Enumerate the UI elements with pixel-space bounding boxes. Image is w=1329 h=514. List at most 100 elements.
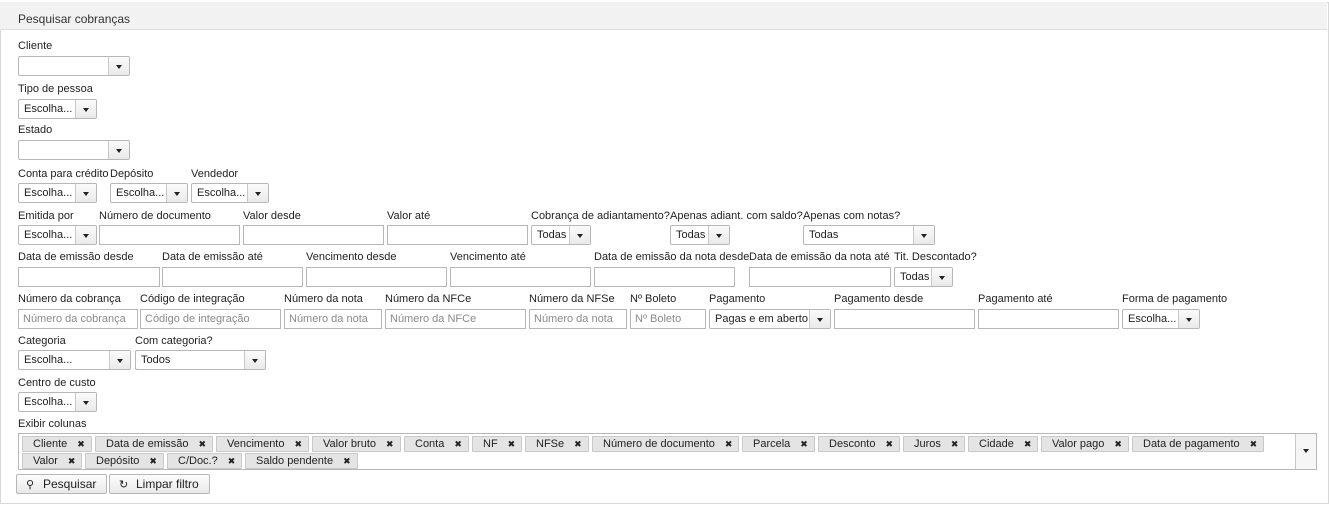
remove-icon[interactable]: ✖ bbox=[800, 437, 808, 451]
chevron-down-icon bbox=[108, 141, 129, 159]
chevron-down-icon bbox=[913, 226, 934, 244]
remove-icon[interactable]: ✖ bbox=[149, 454, 157, 468]
panel-title: Pesquisar cobranças bbox=[18, 12, 131, 26]
pagamento-select[interactable]: Pagas e em aberto bbox=[709, 309, 831, 329]
remove-icon[interactable]: ✖ bbox=[68, 454, 76, 468]
centro-custo-select[interactable]: Escolha... bbox=[18, 392, 97, 412]
column-tag: Saldo pendente ✖ bbox=[245, 453, 358, 469]
valor-desde-input[interactable] bbox=[243, 225, 384, 245]
tit-descontado-select[interactable]: Todas bbox=[894, 267, 953, 287]
column-tag-label: Data de emissão bbox=[106, 438, 189, 450]
codigo-integracao-input[interactable] bbox=[140, 309, 281, 329]
com-categoria-select[interactable]: Todos bbox=[135, 350, 266, 370]
remove-icon[interactable]: ✖ bbox=[885, 437, 893, 451]
pagamento-desde-label: Pagamento desde bbox=[834, 293, 924, 305]
forma-pagamento-select[interactable]: Escolha... bbox=[1122, 309, 1200, 329]
emitida-por-select[interactable]: Escolha... bbox=[18, 225, 97, 245]
column-tag: Número de documento ✖ bbox=[592, 436, 740, 452]
remove-icon[interactable]: ✖ bbox=[1250, 437, 1258, 451]
vencimento-desde-input[interactable] bbox=[306, 267, 447, 287]
exibir-colunas-multiselect[interactable]: Cliente ✖ Data de emissão ✖ Vencimento ✖ Valor… bbox=[18, 433, 1317, 470]
remove-icon[interactable]: ✖ bbox=[386, 437, 394, 451]
conta-credito-select[interactable]: Escolha... bbox=[18, 183, 97, 203]
chevron-down-icon bbox=[247, 184, 268, 202]
numero-cobranca-input[interactable] bbox=[18, 309, 138, 329]
n-boleto-input[interactable] bbox=[630, 309, 706, 329]
numero-cobranca-label: Número da cobrança bbox=[18, 293, 121, 305]
remove-icon[interactable]: ✖ bbox=[508, 437, 516, 451]
column-tag-label: Valor bbox=[33, 455, 58, 467]
data-emissao-desde-input[interactable] bbox=[18, 267, 160, 287]
tipo-pessoa-select[interactable]: Escolha... bbox=[18, 99, 97, 119]
categoria-label: Categoria bbox=[18, 335, 66, 347]
data-emissao-ate-label: Data de emissão até bbox=[162, 251, 263, 263]
n-boleto-label: Nº Boleto bbox=[630, 293, 677, 305]
data-emissao-nota-desde-input[interactable] bbox=[594, 267, 735, 287]
estado-select[interactable] bbox=[18, 140, 130, 160]
column-tag: Conta ✖ bbox=[404, 436, 469, 452]
exibir-colunas-label: Exibir colunas bbox=[18, 418, 87, 430]
data-emissao-nota-ate-input[interactable] bbox=[749, 267, 891, 287]
remove-icon[interactable]: ✖ bbox=[1024, 437, 1032, 451]
clear-filter-button[interactable]: ↻ Limpar filtro bbox=[109, 474, 210, 494]
codigo-integracao-label: Código de integração bbox=[140, 293, 245, 305]
apenas-notas-select[interactable]: Todas bbox=[803, 225, 935, 245]
column-tag: Valor ✖ bbox=[22, 453, 83, 469]
remove-icon[interactable]: ✖ bbox=[725, 437, 733, 451]
pagamento-ate-label: Pagamento até bbox=[978, 293, 1053, 305]
column-tag: Desconto ✖ bbox=[818, 436, 901, 452]
remove-icon[interactable]: ✖ bbox=[574, 437, 582, 451]
column-tag-label: Número de documento bbox=[603, 438, 715, 450]
column-tag: C/Doc.? ✖ bbox=[167, 453, 243, 469]
column-tag-label: Valor bruto bbox=[323, 438, 376, 450]
cliente-select[interactable] bbox=[18, 56, 130, 76]
vencimento-ate-label: Vencimento até bbox=[450, 251, 526, 263]
data-emissao-nota-ate-label: Data de emissão da nota até bbox=[749, 251, 890, 263]
column-tag: Depósito ✖ bbox=[85, 453, 164, 469]
apenas-adiant-saldo-select[interactable]: Todas bbox=[670, 225, 730, 245]
numero-nfce-input[interactable] bbox=[385, 309, 526, 329]
categoria-select[interactable]: Escolha... bbox=[18, 350, 131, 370]
remove-icon[interactable]: ✖ bbox=[951, 437, 959, 451]
column-tag-label: Conta bbox=[415, 438, 445, 450]
vendedor-select[interactable]: Escolha... bbox=[191, 183, 269, 203]
com-categoria-label: Com categoria? bbox=[135, 335, 213, 347]
numero-documento-label: Número de documento bbox=[99, 210, 211, 222]
estado-label: Estado bbox=[18, 124, 53, 136]
remove-icon[interactable]: ✖ bbox=[294, 437, 302, 451]
remove-icon[interactable]: ✖ bbox=[454, 437, 462, 451]
numero-nfse-input[interactable] bbox=[529, 309, 627, 329]
chevron-down-icon bbox=[108, 57, 129, 75]
chevron-down-icon bbox=[244, 351, 265, 369]
column-tag: Data de emissão ✖ bbox=[95, 436, 214, 452]
remove-icon[interactable]: ✖ bbox=[77, 437, 85, 451]
centro-custo-label: Centro de custo bbox=[18, 377, 96, 389]
remove-icon[interactable]: ✖ bbox=[343, 454, 351, 468]
search-button[interactable]: ⚲ Pesquisar bbox=[16, 474, 107, 494]
remove-icon[interactable]: ✖ bbox=[1114, 437, 1122, 451]
deposito-select[interactable]: Escolha... bbox=[110, 183, 188, 203]
chevron-down-icon[interactable] bbox=[1295, 434, 1316, 469]
column-tag-label: Vencimento bbox=[227, 438, 285, 450]
cobranca-adiantamento-select[interactable]: Todas bbox=[531, 225, 591, 245]
numero-documento-input[interactable] bbox=[99, 225, 240, 245]
tit-descontado-label: Tit. Descontado? bbox=[894, 251, 977, 263]
column-tag-label: Parcela bbox=[753, 438, 791, 450]
emitida-por-label: Emitida por bbox=[18, 210, 74, 222]
numero-nota-input[interactable] bbox=[284, 309, 382, 329]
column-tag-label: Saldo pendente bbox=[256, 455, 334, 467]
column-tag: Data de pagamento ✖ bbox=[1132, 436, 1265, 452]
pagamento-ate-input[interactable] bbox=[978, 309, 1119, 329]
vencimento-ate-input[interactable] bbox=[450, 267, 591, 287]
column-tag-label: C/Doc.? bbox=[178, 455, 218, 467]
chevron-down-icon bbox=[75, 100, 96, 118]
data-emissao-ate-input[interactable] bbox=[162, 267, 303, 287]
chevron-down-icon bbox=[75, 184, 96, 202]
valor-ate-input[interactable] bbox=[387, 225, 528, 245]
remove-icon[interactable]: ✖ bbox=[199, 437, 207, 451]
remove-icon[interactable]: ✖ bbox=[228, 454, 236, 468]
apenas-notas-label: Apenas com notas? bbox=[803, 210, 901, 222]
column-tag: Cliente ✖ bbox=[22, 436, 92, 452]
column-tag: Cidade ✖ bbox=[968, 436, 1039, 452]
pagamento-desde-input[interactable] bbox=[834, 309, 975, 329]
